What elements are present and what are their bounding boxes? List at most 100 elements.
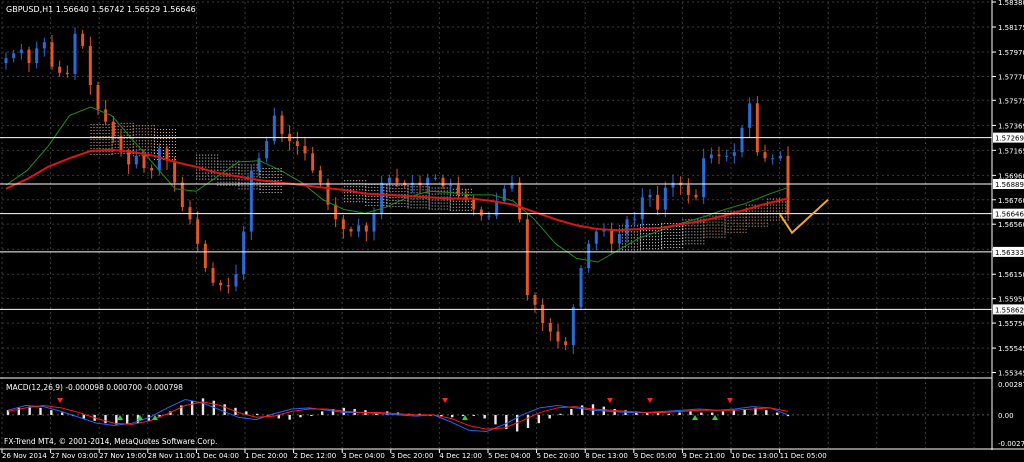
cloud-dot bbox=[211, 154, 213, 156]
cloud-dot bbox=[156, 131, 158, 133]
chart-canvas[interactable]: 1.58380 1.58175 1.57970 1.57770 1.57575 1.573… bbox=[0, 0, 1024, 462]
cloud-dot bbox=[123, 125, 125, 127]
cloud-dot bbox=[673, 234, 675, 236]
cloud-dot bbox=[413, 189, 415, 191]
cloud-dot bbox=[778, 207, 780, 209]
cloud-dot bbox=[706, 224, 708, 226]
cloud-dot bbox=[778, 219, 780, 221]
macd-histogram-bar bbox=[667, 413, 671, 415]
cloud-dot bbox=[132, 128, 134, 130]
cloud-dot bbox=[670, 234, 672, 236]
cloud-dot bbox=[636, 243, 638, 245]
cloud-dot bbox=[422, 189, 424, 191]
cloud-dot bbox=[724, 222, 726, 224]
cloud-dot bbox=[386, 204, 388, 206]
cloud-dot bbox=[679, 228, 681, 230]
cloud-dot bbox=[679, 231, 681, 233]
cloud-dot bbox=[434, 187, 436, 189]
cloud-dot bbox=[700, 222, 702, 224]
cloud-dot bbox=[676, 246, 678, 248]
cloud-dot bbox=[404, 203, 406, 205]
cloud-dot bbox=[262, 177, 264, 179]
cloud-dot bbox=[775, 210, 777, 212]
cloud-dot bbox=[214, 169, 216, 171]
cloud-dot bbox=[640, 245, 642, 247]
cloud-dot bbox=[437, 193, 439, 195]
candle-body bbox=[778, 155, 782, 159]
candle-body bbox=[242, 231, 246, 275]
macd-histogram-bar bbox=[732, 410, 736, 415]
cloud-dot bbox=[144, 131, 146, 133]
cloud-dot bbox=[775, 204, 777, 206]
cloud-dot bbox=[220, 166, 222, 168]
cloud-dot bbox=[144, 149, 146, 151]
cloud-dot bbox=[365, 198, 367, 200]
cloud-dot bbox=[265, 189, 267, 191]
cloud-dot bbox=[147, 134, 149, 136]
cloud-dot bbox=[434, 208, 436, 210]
cloud-dot bbox=[108, 154, 110, 156]
candle-body bbox=[686, 185, 690, 195]
cloud-dot bbox=[117, 140, 119, 142]
cloud-dot bbox=[202, 163, 204, 165]
cloud-dot bbox=[365, 204, 367, 206]
price-level-label: 1.56646 bbox=[995, 211, 1024, 219]
cloud-dot bbox=[739, 231, 741, 233]
cloud-dot bbox=[739, 228, 741, 230]
cloud-dot bbox=[425, 186, 427, 188]
cloud-dot bbox=[757, 207, 759, 209]
candle-body bbox=[111, 121, 115, 137]
cloud-dot bbox=[99, 154, 101, 156]
cloud-dot bbox=[763, 216, 765, 218]
cloud-dot bbox=[724, 219, 726, 221]
cloud-dot bbox=[350, 201, 352, 203]
cloud-dot bbox=[769, 216, 771, 218]
cloud-dot bbox=[730, 225, 732, 227]
cloud-dot bbox=[223, 181, 225, 183]
cloud-dot bbox=[241, 173, 243, 175]
cloud-dot bbox=[461, 200, 463, 202]
cloud-dot bbox=[676, 243, 678, 245]
cloud-dot bbox=[407, 204, 409, 206]
candle-body bbox=[211, 268, 215, 283]
macd-histogram-bar bbox=[559, 413, 562, 415]
candle-body bbox=[663, 187, 667, 210]
cloud-dot bbox=[682, 240, 684, 242]
cloud-dot bbox=[443, 187, 445, 189]
cloud-dot bbox=[739, 216, 741, 218]
cloud-dot bbox=[174, 128, 176, 130]
cloud-dot bbox=[126, 128, 128, 130]
cloud-dot bbox=[226, 184, 228, 186]
cloud-dot bbox=[781, 201, 783, 203]
cloud-dot bbox=[162, 128, 164, 130]
cloud-dot bbox=[238, 182, 240, 184]
cloud-dot bbox=[715, 218, 717, 220]
candle-body bbox=[364, 225, 368, 232]
cloud-dot bbox=[727, 228, 729, 230]
cloud-dot bbox=[410, 201, 412, 203]
cloud-dot bbox=[129, 143, 131, 145]
cloud-dot bbox=[171, 140, 173, 142]
cloud-dot bbox=[643, 230, 645, 232]
time-tick-label: 11 Dec 05:00 bbox=[780, 452, 827, 460]
cloud-dot bbox=[679, 225, 681, 227]
cloud-dot bbox=[132, 155, 134, 157]
cloud-dot bbox=[697, 237, 699, 239]
cloud-dot bbox=[229, 169, 231, 171]
candle-body bbox=[150, 168, 154, 171]
cloud-dot bbox=[715, 215, 717, 217]
cloud-dot bbox=[676, 231, 678, 233]
cloud-dot bbox=[353, 186, 355, 188]
cloud-dot bbox=[374, 189, 376, 191]
cloud-dot bbox=[452, 203, 454, 205]
cloud-dot bbox=[280, 189, 282, 191]
cloud-dot bbox=[688, 243, 690, 245]
cloud-dot bbox=[721, 221, 723, 223]
cloud-dot bbox=[775, 207, 777, 209]
cloud-dot bbox=[108, 136, 110, 138]
cloud-dot bbox=[621, 249, 623, 251]
cloud-dot bbox=[736, 228, 738, 230]
cloud-dot bbox=[464, 209, 466, 211]
cloud-dot bbox=[377, 204, 379, 206]
cloud-dot bbox=[365, 201, 367, 203]
